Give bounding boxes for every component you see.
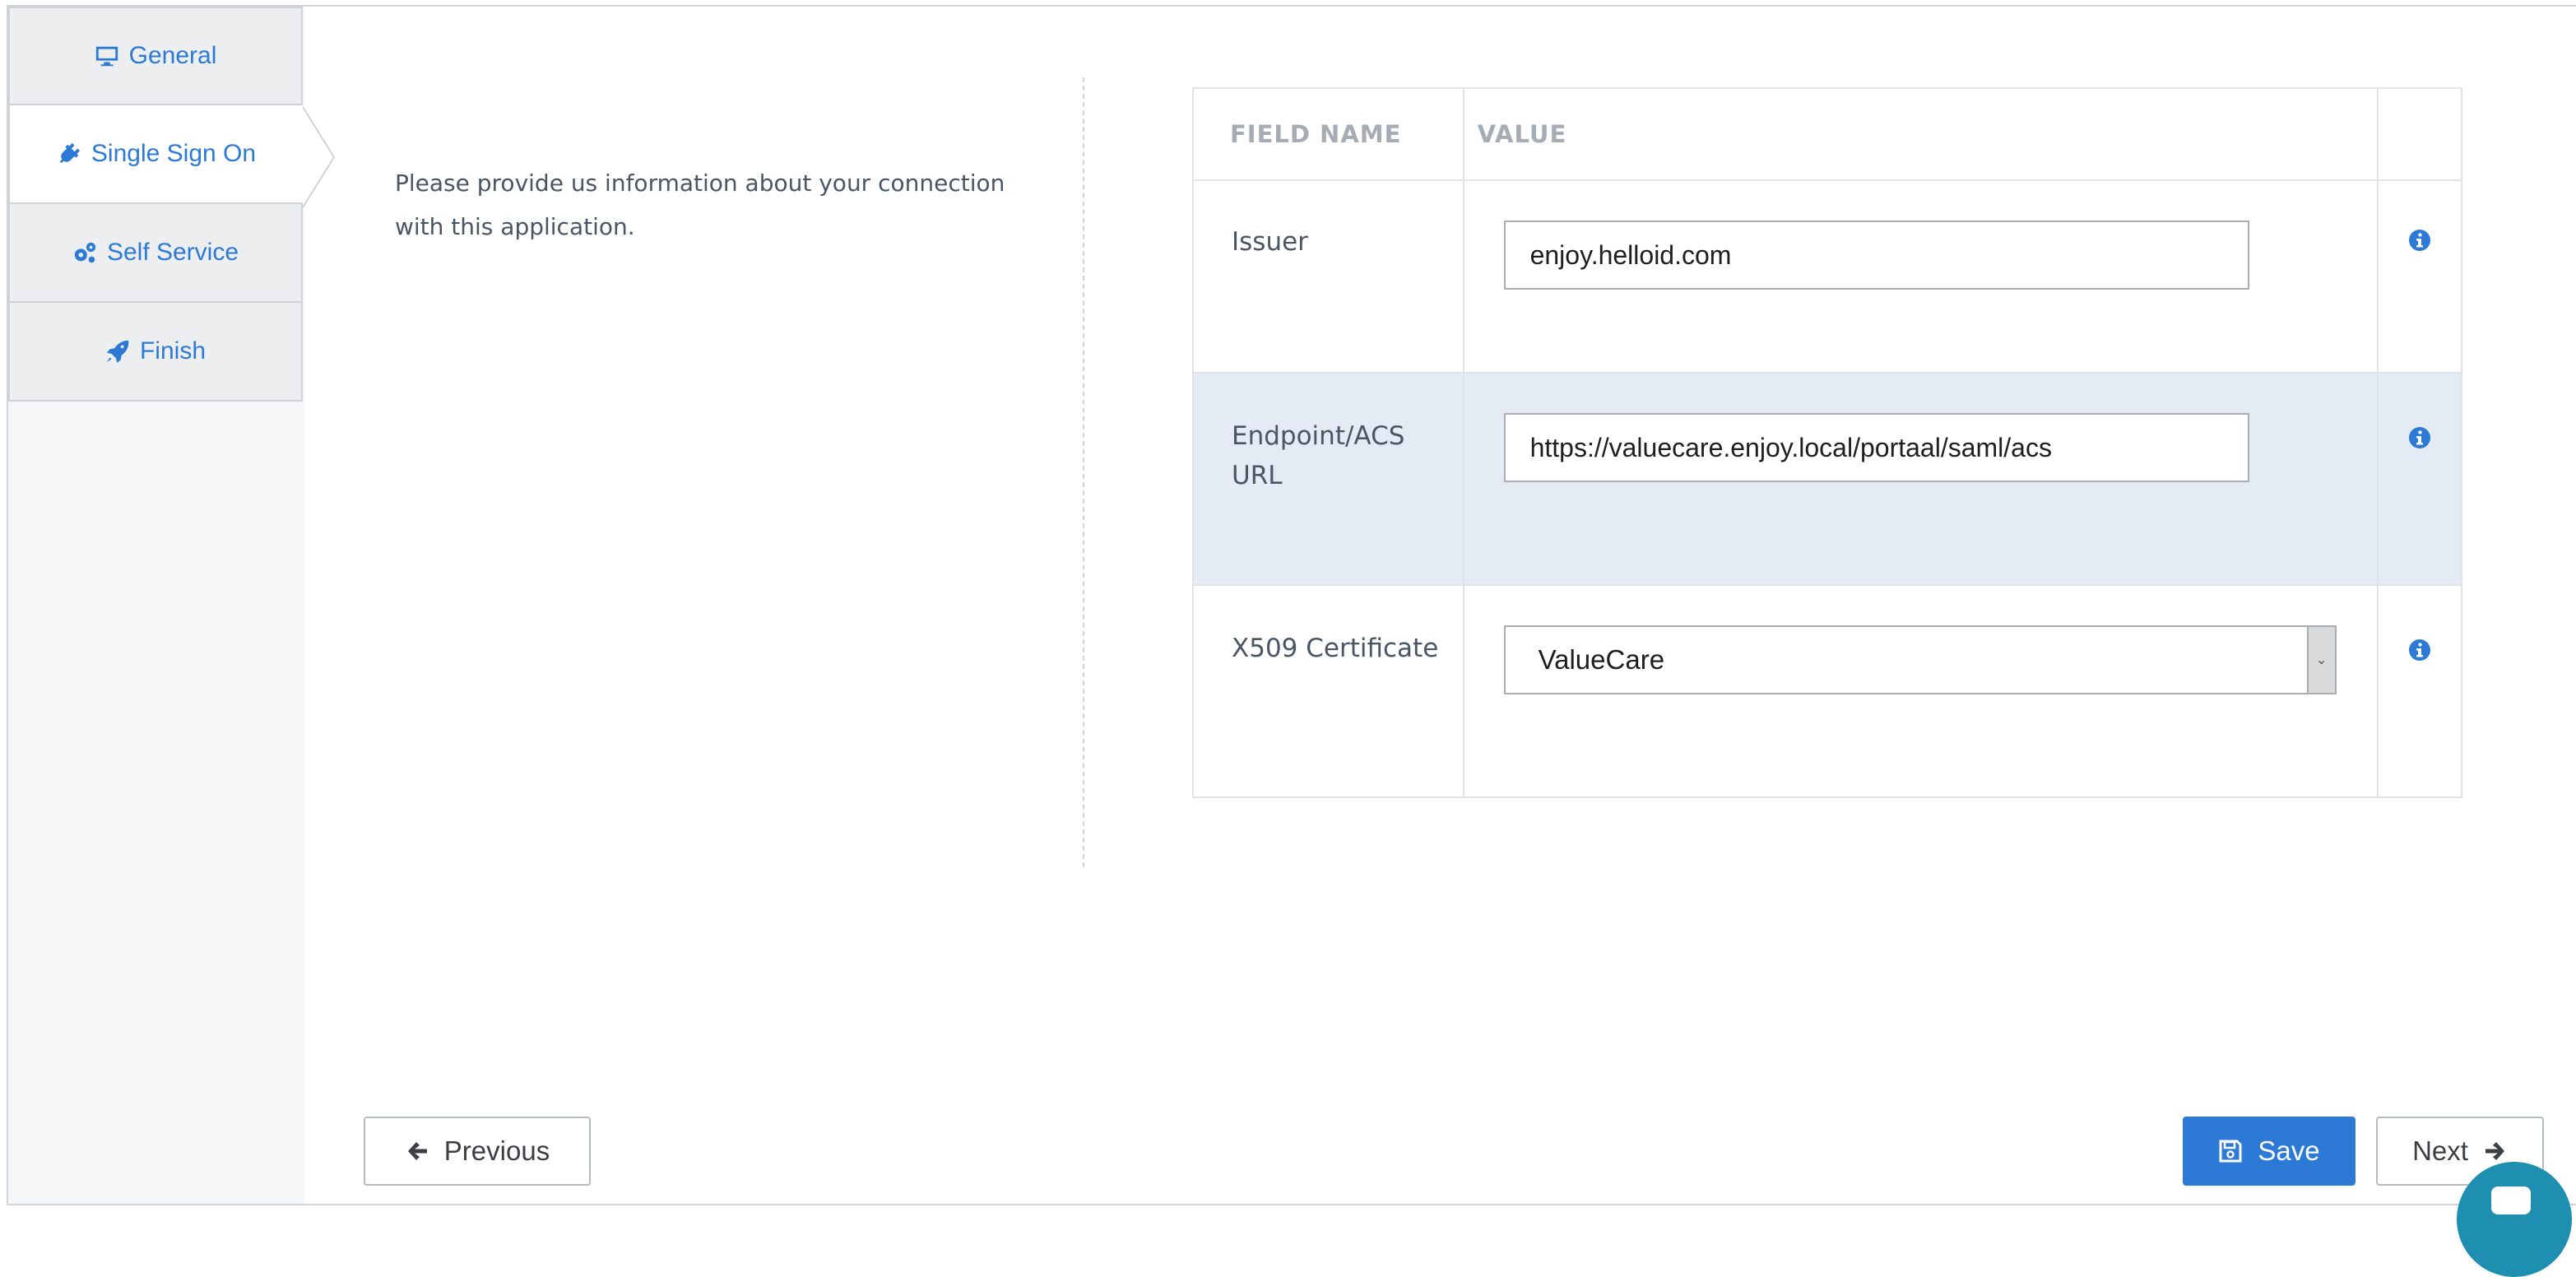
tab-finish-label: Finish — [139, 337, 207, 365]
save-button-label: Save — [2258, 1135, 2320, 1166]
tab-single-sign-on[interactable]: Single Sign On — [8, 105, 303, 204]
field-label-endpoint: Endpoint/ACS URL — [1192, 372, 1464, 586]
previous-button-label: Previous — [443, 1135, 550, 1166]
field-label-x509: X509 Certificate — [1192, 584, 1464, 798]
field-value-cell — [1462, 372, 2379, 586]
floppy-disk-icon — [2219, 1140, 2242, 1163]
endpoint-acs-url-input[interactable] — [1503, 413, 2249, 482]
info-cell — [2377, 372, 2462, 586]
header-info — [2377, 87, 2462, 181]
tab-finish[interactable]: Finish — [8, 303, 303, 402]
chat-icon — [2491, 1186, 2531, 1214]
issuer-input[interactable] — [1503, 221, 2249, 290]
header-field-name: FIELD NAME — [1192, 87, 1464, 181]
tab-self-service[interactable]: Self Service — [8, 204, 303, 303]
info-icon[interactable] — [2408, 638, 2431, 662]
header-value: VALUE — [1462, 87, 2379, 181]
table-row: X509 Certificate ValueCare ⌄ — [1192, 584, 2462, 798]
gears-icon — [74, 242, 96, 263]
rocket-icon — [106, 340, 129, 364]
save-button[interactable]: Save — [2183, 1117, 2356, 1186]
info-icon[interactable] — [2408, 229, 2431, 252]
plug-icon — [59, 142, 81, 164]
section-divider — [1083, 77, 1084, 867]
active-tab-pointer — [303, 107, 336, 207]
x509-certificate-selected: ValueCare — [1538, 644, 1665, 675]
info-cell — [2377, 584, 2462, 798]
tab-general[interactable]: General — [8, 7, 303, 105]
previous-button[interactable]: Previous — [364, 1117, 591, 1186]
tab-single-sign-on-label: Single Sign On — [91, 140, 257, 167]
field-label-issuer: Issuer — [1192, 179, 1464, 374]
table-row: Issuer — [1192, 179, 2462, 374]
arrow-left-icon — [407, 1142, 427, 1160]
chevron-down-icon[interactable]: ⌄ — [2306, 627, 2335, 693]
field-value-cell: ValueCare ⌄ — [1462, 584, 2379, 798]
table-row: Endpoint/ACS URL — [1192, 372, 2462, 586]
intro-text: Please provide us information about your… — [395, 169, 1005, 240]
tab-general-label: General — [128, 42, 217, 69]
arrow-right-icon — [2485, 1142, 2504, 1160]
tab-self-service-label: Self Service — [106, 239, 239, 266]
info-icon[interactable] — [2408, 426, 2431, 449]
monitor-icon — [95, 46, 118, 67]
wizard-sidebar: General Single Sign On Self Service Fini… — [8, 7, 336, 1204]
next-button-label: Next — [2412, 1135, 2468, 1166]
info-cell — [2377, 179, 2462, 374]
field-value-cell — [1462, 179, 2379, 374]
sso-fields-table: FIELD NAME VALUE Issuer Endpoint/ACS URL… — [1192, 87, 2462, 798]
chat-widget-button[interactable] — [2457, 1162, 2572, 1277]
x509-certificate-select[interactable]: ValueCare ⌄ — [1503, 625, 2337, 694]
table-header-row: FIELD NAME VALUE — [1192, 87, 2462, 181]
